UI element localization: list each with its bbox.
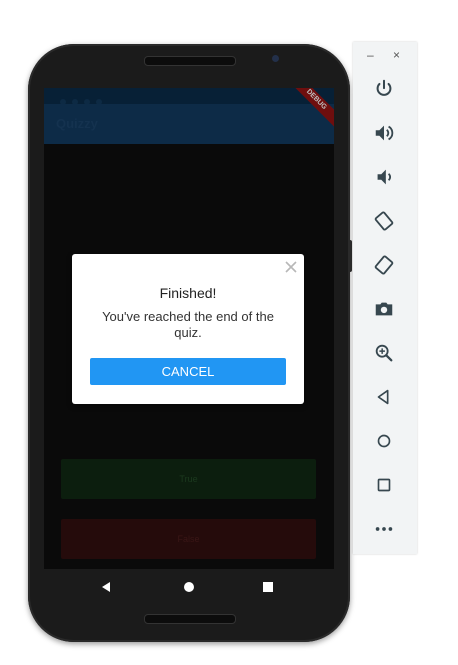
- front-camera: [272, 55, 279, 62]
- top-speaker: [144, 56, 236, 66]
- back-icon[interactable]: [373, 386, 395, 408]
- side-button: [348, 240, 352, 272]
- true-button[interactable]: True: [61, 459, 316, 499]
- minimize-button[interactable]: –: [367, 48, 374, 62]
- power-icon[interactable]: [373, 78, 395, 100]
- rotate-right-icon[interactable]: [373, 254, 395, 276]
- app-title: Quizzy: [56, 116, 98, 131]
- zoom-icon[interactable]: [373, 342, 395, 364]
- back-icon[interactable]: [100, 581, 112, 593]
- dialog-message: You've reached the end of the quiz.: [102, 309, 274, 340]
- overview-icon[interactable]: [373, 474, 395, 496]
- volume-up-icon[interactable]: [373, 122, 395, 144]
- cancel-button[interactable]: CANCEL: [90, 358, 286, 385]
- close-button[interactable]: ×: [393, 48, 400, 62]
- dialog-title: Finished!: [159, 285, 217, 301]
- finished-dialog: Finished! You've reached the end of the …: [72, 254, 304, 404]
- close-icon[interactable]: [284, 260, 298, 274]
- status-bar: [44, 88, 334, 105]
- android-nav-bar: [44, 569, 334, 605]
- volume-down-icon[interactable]: [373, 166, 395, 188]
- more-icon[interactable]: [373, 518, 395, 540]
- rotate-left-icon[interactable]: [373, 210, 395, 232]
- false-button[interactable]: False: [61, 519, 316, 559]
- home-icon[interactable]: [373, 430, 395, 452]
- bottom-speaker: [144, 614, 236, 624]
- home-icon[interactable]: [183, 581, 195, 593]
- recents-icon[interactable]: [262, 581, 274, 593]
- camera-icon[interactable]: [373, 298, 395, 320]
- app-bar: Quizzy: [44, 104, 334, 144]
- emulator-toolbar: – ×: [353, 42, 417, 554]
